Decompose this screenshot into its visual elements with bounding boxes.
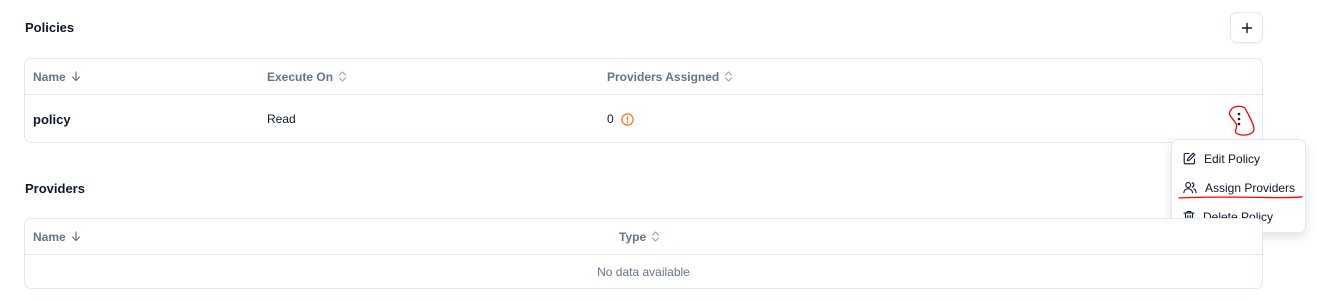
plus-icon (1241, 22, 1252, 33)
alert-circle-icon[interactable] (620, 112, 634, 126)
empty-state-row: No data available (25, 255, 1262, 288)
menu-item-assign-providers[interactable]: Assign Providers (1172, 173, 1305, 202)
column-header-label: Type (619, 229, 647, 244)
add-policy-button[interactable] (1230, 12, 1263, 43)
sort-icon (652, 231, 660, 242)
providers-assigned-count: 0 (607, 112, 614, 126)
more-vertical-icon (1237, 112, 1241, 126)
row-actions-button[interactable] (1225, 105, 1253, 133)
column-header-providers-assigned[interactable]: Providers Assigned (607, 59, 733, 94)
edit-icon (1183, 152, 1196, 165)
arrow-down-icon (71, 231, 80, 242)
sort-icon (725, 71, 733, 82)
policy-providers-assigned: 0 (607, 95, 634, 143)
policy-execute-on: Read (267, 112, 296, 126)
column-header-type[interactable]: Type (619, 219, 660, 254)
users-icon (1183, 182, 1197, 194)
column-header-label: Name (33, 69, 66, 84)
column-header-label: Execute On (267, 69, 334, 84)
providers-title: Providers (25, 181, 85, 196)
arrow-down-icon (71, 71, 80, 82)
menu-item-edit-policy[interactable]: Edit Policy (1172, 144, 1305, 173)
empty-state-text: No data available (597, 264, 690, 279)
policies-table: Name Execute On Providers Assigned polic… (24, 58, 1263, 143)
sort-icon (338, 71, 347, 82)
column-header-label: Name (33, 229, 66, 244)
table-header-row: Name Type (25, 219, 1262, 255)
table-header-row: Name Execute On Providers Assigned (25, 59, 1262, 95)
menu-item-label: Edit Policy (1204, 151, 1261, 166)
policy-name: policy (33, 111, 71, 127)
providers-table: Name Type No data available (24, 218, 1263, 289)
column-header-execute-on[interactable]: Execute On (267, 59, 347, 94)
column-header-label: Providers Assigned (607, 69, 720, 84)
policies-title: Policies (25, 20, 75, 35)
menu-item-label: Assign Providers (1205, 180, 1296, 195)
table-row[interactable]: policy Read 0 (25, 95, 1262, 143)
column-header-name[interactable]: Name (33, 59, 81, 94)
column-header-name[interactable]: Name (33, 219, 81, 254)
